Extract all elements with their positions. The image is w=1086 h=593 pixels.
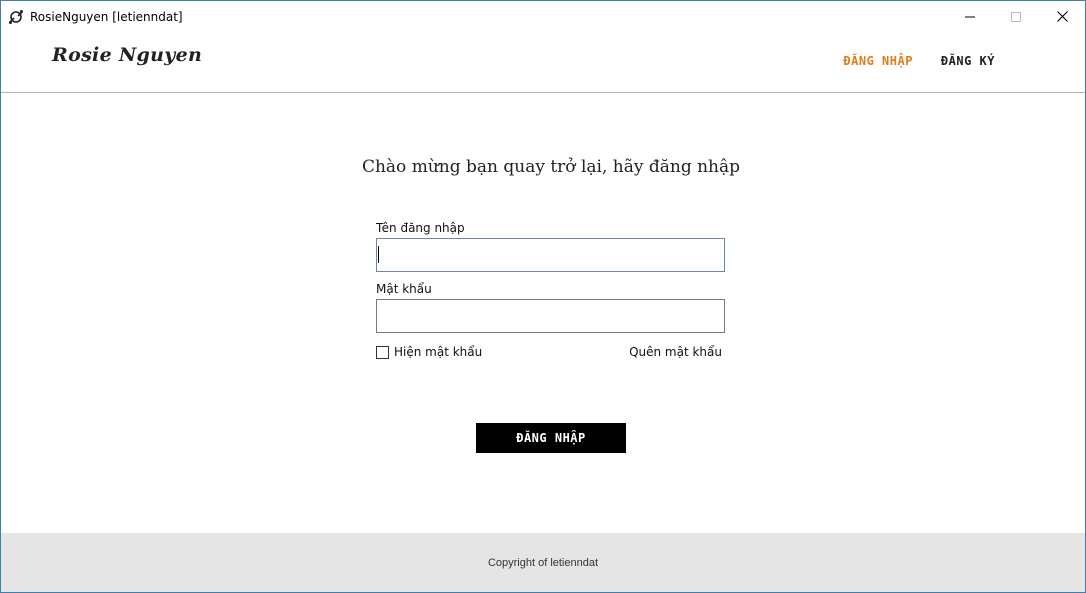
username-input[interactable] (376, 238, 725, 272)
close-icon (1056, 7, 1068, 26)
login-form: Tên đăng nhập Mật khẩu Hiện mật khẩu Quê… (376, 221, 725, 363)
minimize-icon (965, 7, 975, 26)
window-title: RosieNguyen [letienndat] (30, 9, 183, 24)
show-password-toggle[interactable]: Hiện mật khẩu (376, 345, 482, 359)
window-controls (947, 1, 1085, 32)
login-button[interactable]: ĐĂNG NHẬP (476, 423, 626, 453)
username-group: Tên đăng nhập (376, 221, 725, 272)
username-label: Tên đăng nhập (376, 221, 465, 235)
show-password-label: Hiện mật khẩu (394, 345, 483, 359)
text-caret (378, 246, 379, 263)
nav-register-link[interactable]: ĐĂNG KÝ (941, 54, 995, 68)
minimize-button[interactable] (947, 1, 993, 32)
main-nav: ĐĂNG NHẬP ĐĂNG KÝ (843, 54, 995, 68)
show-password-checkbox[interactable] (376, 345, 389, 359)
password-input[interactable] (376, 299, 725, 333)
app-window: RosieNguyen [letienndat] Rosie Nguyen ĐĂ… (0, 0, 1086, 593)
form-options-row: Hiện mật khẩu Quên mật khẩu (376, 343, 725, 363)
maximize-button[interactable] (993, 1, 1039, 32)
forgot-password-link[interactable]: Quên mật khẩu (629, 345, 722, 359)
app-logo-icon (8, 9, 24, 25)
close-button[interactable] (1039, 1, 1085, 32)
brand-logo[interactable]: Rosie Nguyen (52, 44, 202, 66)
password-label: Mật khẩu (376, 282, 432, 296)
nav-login-link[interactable]: ĐĂNG NHẬP (843, 54, 913, 68)
maximize-icon (1011, 7, 1021, 26)
footer: Copyright of letienndat (1, 533, 1085, 592)
title-bar[interactable]: RosieNguyen [letienndat] (1, 1, 1085, 32)
copyright-text: Copyright of letienndat (487, 557, 599, 569)
app-header: Rosie Nguyen ĐĂNG NHẬP ĐĂNG KÝ (1, 32, 1085, 93)
password-group: Mật khẩu (376, 282, 725, 333)
welcome-heading: Chào mừng bạn quay trở lại, hãy đăng nhậ… (361, 157, 741, 177)
